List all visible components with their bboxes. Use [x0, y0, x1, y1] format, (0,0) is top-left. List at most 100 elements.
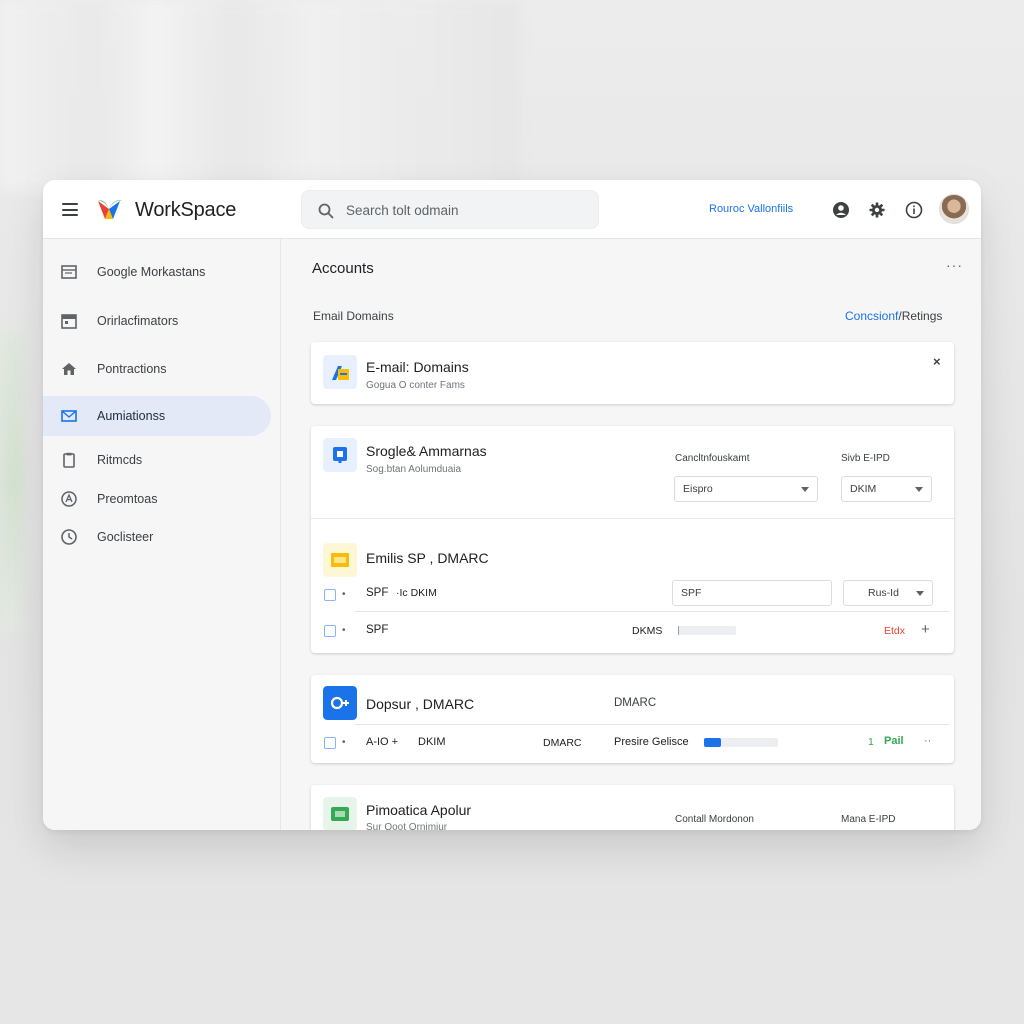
column-label: Cancltnfouskamt — [675, 453, 750, 464]
row-status: Etdx — [884, 625, 906, 637]
card-title: Dopsur , DMARC — [366, 696, 475, 712]
section-settings-link[interactable]: Concsionf/Retings — [845, 309, 942, 323]
sidebar-item-aumiationss[interactable]: Aumiationss — [43, 396, 271, 436]
card-title: Pimoatica Apolur — [366, 802, 472, 818]
sidebar-item-label: Orirlacfimators — [97, 314, 179, 328]
select-value: Eispro — [683, 483, 713, 495]
sidebar-item-pontractions[interactable]: Pontractions — [43, 349, 271, 389]
divider — [311, 518, 954, 519]
account-circle-icon[interactable] — [832, 201, 850, 219]
divider — [354, 724, 950, 725]
main-content: Accounts ··· Email Domains Concsionf/Ret… — [281, 239, 981, 830]
email-domains-card: E-mail: Domains Gogua O conter Fams × — [311, 342, 954, 404]
row-bullet: • — [342, 625, 346, 636]
connection-select[interactable]: Eispro — [674, 476, 818, 502]
sidebar-item-label: Preomtoas — [97, 492, 158, 506]
search-bar[interactable] — [301, 190, 599, 229]
card-title: E-mail: Domains — [366, 359, 469, 375]
sidebar-item-label: Goclisteer — [97, 530, 154, 544]
top-link[interactable]: Rouroc Vallonfiils — [709, 203, 793, 215]
avatar[interactable] — [939, 194, 969, 224]
select-value: DKIM — [850, 483, 877, 495]
section-link-primary: Concsionf — [845, 309, 899, 323]
column-label: Sivb E-IPD — [841, 453, 890, 464]
rule-select[interactable]: Rus-Id — [843, 580, 933, 606]
close-icon[interactable]: × — [933, 354, 941, 369]
sidebar-item-label: Aumiationss — [97, 409, 166, 423]
policy-card: Pimoatica Apolur Sur Ooot Ornimiur Conta… — [311, 785, 954, 830]
mail-icon — [61, 410, 77, 422]
row-checkbox[interactable] — [324, 625, 336, 637]
section-label: Email Domains — [313, 309, 394, 323]
app-window: WorkSpace Rouroc Vallonfiils — [43, 180, 981, 830]
card-subtitle: Sur Ooot Ornimiur — [366, 822, 448, 830]
add-icon[interactable]: + — [921, 621, 930, 638]
row-label: A-IO + — [366, 736, 399, 748]
row-progress-fill — [704, 738, 722, 747]
sidebar-item-label: Ritmcds — [97, 453, 143, 467]
row-progress-bar — [678, 626, 736, 635]
input-value: SPF — [681, 587, 702, 599]
row-label: SPF — [366, 624, 389, 636]
domain-settings-card: Srogle& Ammarnas Sog.btan Aolumduaia Can… — [311, 426, 954, 653]
dkim-select[interactable]: DKIM — [841, 476, 932, 502]
menu-icon[interactable] — [62, 203, 78, 216]
row-checkbox[interactable] — [324, 589, 336, 601]
workspace-logo — [98, 200, 122, 219]
home-icon — [62, 363, 76, 375]
card-title: Srogle& Ammarnas — [366, 443, 487, 459]
section-link-secondary: /Retings — [898, 309, 943, 323]
mail-badge-icon — [323, 543, 357, 577]
sidebar-item-label: Google Morkastans — [97, 265, 206, 279]
row-status-count: 1 — [868, 736, 874, 748]
chevron-down-icon — [915, 487, 923, 492]
chevron-down-icon — [916, 591, 924, 596]
select-value: Rus-Id — [868, 587, 899, 599]
sidebar-item-morkastans[interactable]: Google Morkastans — [43, 252, 271, 292]
card-title: Emilis SP , DMARC — [366, 550, 489, 566]
search-icon — [318, 203, 334, 219]
card-subtitle: Gogua O conter Fams — [366, 380, 465, 391]
column-label: Contall Mordonon — [675, 814, 754, 825]
row-progress-fill — [678, 626, 680, 635]
sidebar-item-ritmcds[interactable]: Ritmcds — [43, 440, 271, 480]
column-label: Mana E-IPD — [841, 814, 896, 825]
sidebar-item-orirlacfimators[interactable]: Orirlacfimators — [43, 301, 271, 341]
row-dkim: DKIM — [418, 736, 446, 748]
search-input[interactable] — [346, 200, 586, 220]
policy-icon — [323, 797, 357, 830]
row-status: Pail — [884, 735, 904, 747]
top-bar: WorkSpace Rouroc Vallonfiils — [43, 180, 981, 239]
chevron-down-icon — [801, 487, 809, 492]
clock-icon — [61, 529, 77, 545]
row-mid-label: DKMS — [632, 625, 663, 637]
groups-icon — [323, 438, 357, 472]
spf-input[interactable]: SPF — [672, 580, 832, 606]
domain-folder-icon — [323, 355, 357, 389]
folder-icon — [61, 265, 77, 279]
row-policy: Presire Gelisce — [614, 736, 689, 748]
background-plant-blur — [0, 330, 24, 630]
shield-icon — [61, 491, 77, 507]
brand-name: WorkSpace — [135, 199, 237, 221]
sidebar-item-goclisteer[interactable]: Goclisteer — [43, 517, 271, 557]
row-checkbox[interactable] — [324, 737, 336, 749]
row-bullet: • — [342, 589, 346, 600]
background-blur — [0, 0, 520, 190]
row-progress-bar — [704, 738, 778, 747]
sidebar-item-label: Pontractions — [97, 362, 167, 376]
info-icon[interactable] — [905, 201, 923, 219]
sidebar: Google Morkastans Orirlacfimators Pontra… — [43, 239, 281, 830]
clipboard-icon — [63, 452, 75, 468]
gear-icon[interactable] — [868, 201, 886, 219]
dmarc-card: Dopsur , DMARC DMARC • A-IO + DKIM DMARC… — [311, 675, 954, 763]
dmarc-icon — [323, 686, 357, 720]
divider — [354, 611, 950, 612]
column-label: DMARC — [614, 697, 657, 709]
sidebar-item-preomtoas[interactable]: Preomtoas — [43, 479, 271, 519]
row-more-icon[interactable]: ·· — [924, 735, 931, 747]
row-label-secondary: ·Ic DKIM — [396, 587, 437, 599]
row-dmarc: DMARC — [543, 737, 582, 749]
row-bullet: • — [342, 737, 346, 748]
more-options-icon[interactable]: ··· — [946, 257, 963, 273]
